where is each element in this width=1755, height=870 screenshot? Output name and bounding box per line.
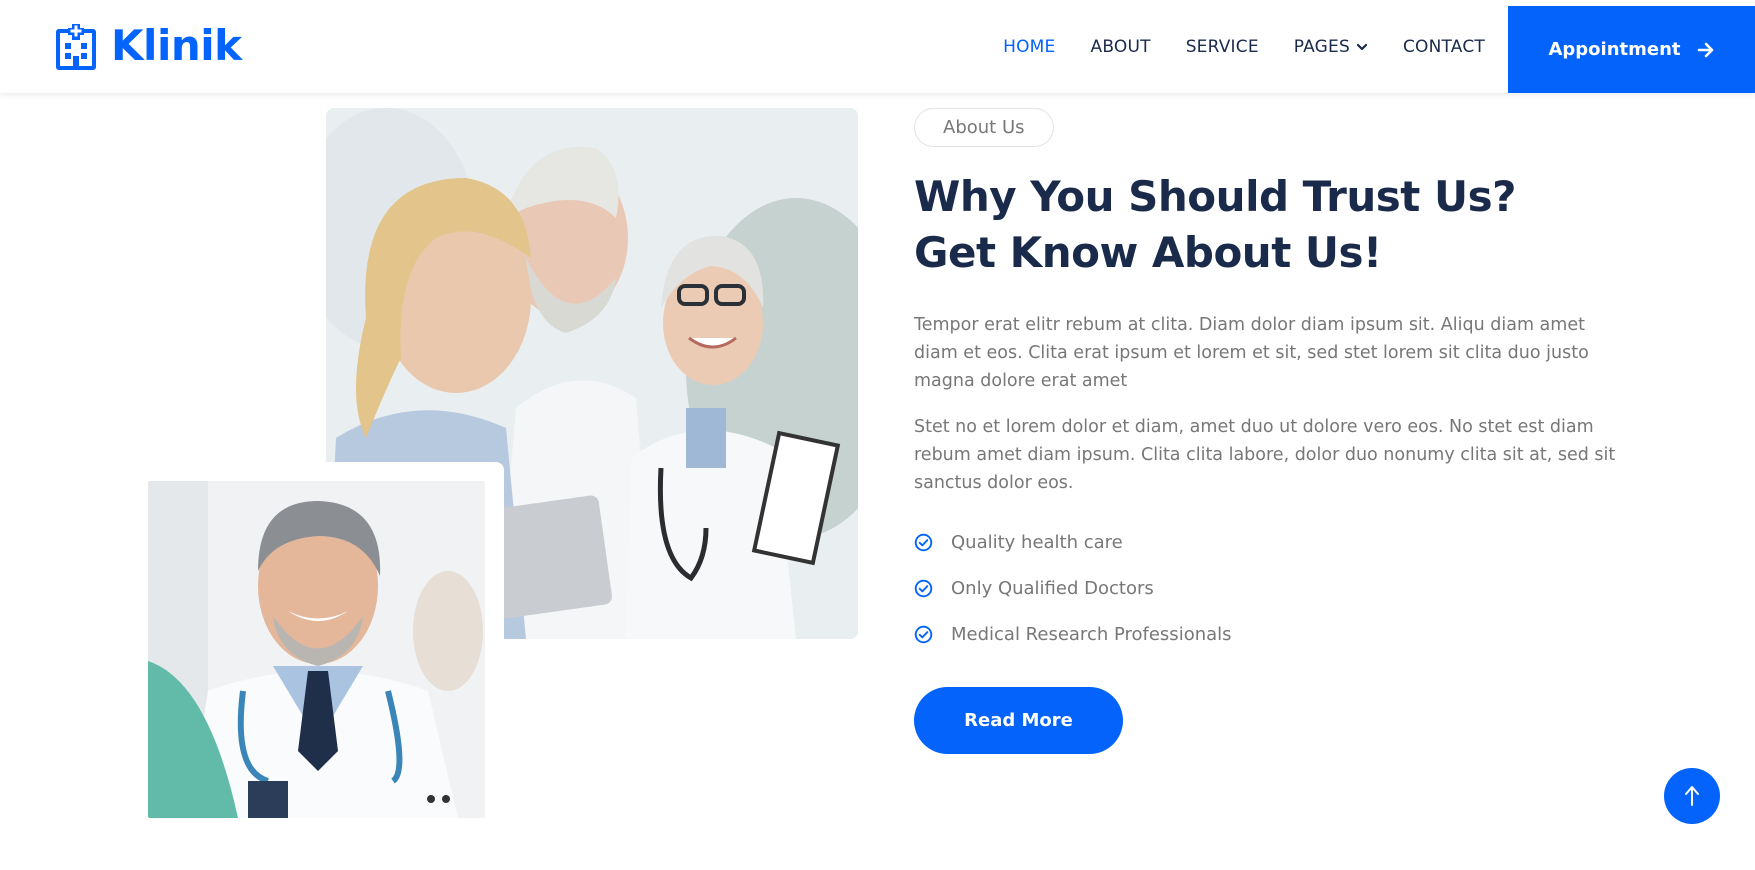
- nav-item-home[interactable]: HOME: [1003, 37, 1055, 57]
- appointment-button-label: Appointment: [1548, 39, 1681, 60]
- navbar: Klinik HOME ABOUT SERVICE PAGES CONTACT …: [0, 0, 1755, 93]
- feature-label: Medical Research Professionals: [951, 623, 1232, 645]
- check-circle-icon: [914, 625, 933, 643]
- nav-item-label: HOME: [1003, 36, 1056, 57]
- arrow-up-icon: [1685, 786, 1699, 806]
- nav-item-about[interactable]: ABOUT: [1090, 37, 1150, 57]
- section-tag: About Us: [914, 108, 1054, 147]
- read-more-button[interactable]: Read More: [914, 687, 1123, 754]
- main-nav: HOME ABOUT SERVICE PAGES CONTACT: [968, 0, 1485, 93]
- nav-item-contact[interactable]: CONTACT: [1403, 37, 1485, 57]
- check-circle-icon: [914, 579, 933, 597]
- feature-item: Only Qualified Doctors: [914, 565, 1634, 611]
- smiling-doctor-illustration: [148, 481, 485, 818]
- smiling-doctor-frame: [130, 462, 504, 824]
- nav-item-label: SERVICE: [1185, 36, 1259, 57]
- hospital-icon: [56, 24, 96, 70]
- nav-item-label: CONTACT: [1402, 36, 1485, 57]
- chevron-down-icon: [1356, 43, 1368, 50]
- about-paragraph: Stet no et lorem dolor et diam, amet duo…: [914, 417, 1616, 493]
- brand-name: Klinik: [111, 21, 242, 70]
- check-circle-icon: [914, 533, 933, 551]
- appointment-button[interactable]: Appointment: [1508, 6, 1755, 93]
- about-paragraph: Tempor erat elitr rebum at clita. Diam d…: [914, 315, 1589, 391]
- nav-item-label: PAGES: [1293, 36, 1350, 57]
- section-title: Why You Should Trust Us? Get Know About …: [914, 172, 1516, 277]
- feature-item: Medical Research Professionals: [914, 611, 1634, 657]
- back-to-top-button[interactable]: [1664, 768, 1720, 824]
- nav-item-label: ABOUT: [1090, 36, 1151, 57]
- feature-label: Only Qualified Doctors: [951, 577, 1154, 599]
- smiling-doctor-photo: [148, 481, 485, 818]
- nav-item-pages[interactable]: PAGES: [1294, 37, 1368, 57]
- feature-list: Quality health care Only Qualified Docto…: [914, 519, 1634, 657]
- about-section: About Us Why You Should Trust Us? Get Kn…: [914, 108, 1634, 754]
- brand-logo[interactable]: Klinik: [55, 22, 242, 70]
- feature-item: Quality health care: [914, 519, 1634, 565]
- nav-item-service[interactable]: SERVICE: [1186, 37, 1259, 57]
- arrow-right-icon: [1697, 42, 1713, 57]
- feature-label: Quality health care: [951, 531, 1123, 553]
